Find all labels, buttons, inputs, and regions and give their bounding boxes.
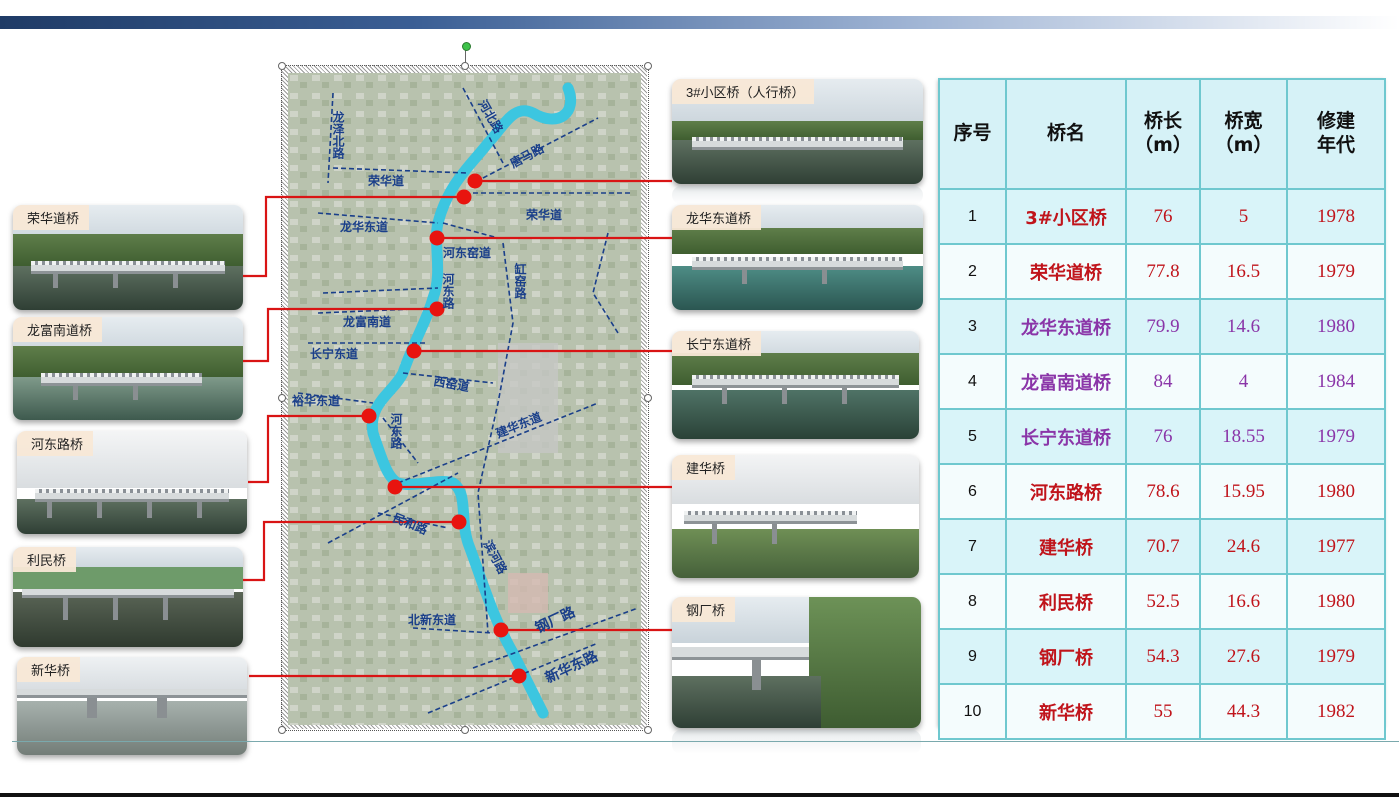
- table-row: 9 钢厂桥 54.3 27.6 1979: [938, 628, 1386, 685]
- cell-no: 3: [938, 298, 1007, 355]
- cell-width: 16.5: [1199, 243, 1288, 300]
- header-no: 序号: [938, 78, 1007, 190]
- cell-no: 4: [938, 353, 1007, 410]
- cell-length: 55: [1125, 683, 1201, 740]
- cell-year: 1980: [1286, 573, 1386, 630]
- cell-year: 1979: [1286, 408, 1386, 465]
- cell-width: 4: [1199, 353, 1288, 410]
- cell-year: 1979: [1286, 243, 1386, 300]
- cell-width: 14.6: [1199, 298, 1288, 355]
- cell-length: 78.6: [1125, 463, 1201, 520]
- cell-no: 7: [938, 518, 1007, 575]
- cell-name: 河东路桥: [1005, 463, 1127, 520]
- table-row: 4 龙富南道桥 84 4 1984: [938, 353, 1386, 410]
- cell-name: 龙富南道桥: [1005, 353, 1127, 410]
- table-row: 7 建华桥 70.7 24.6 1977: [938, 518, 1386, 575]
- cell-no: 2: [938, 243, 1007, 300]
- table-row: 2 荣华道桥 77.8 16.5 1979: [938, 243, 1386, 300]
- header-length: 桥长 （m）: [1125, 78, 1201, 190]
- table-row: 8 利民桥 52.5 16.6 1980: [938, 573, 1386, 630]
- cell-name: 利民桥: [1005, 573, 1127, 630]
- table-row: 10 新华桥 55 44.3 1982: [938, 683, 1386, 740]
- cell-year: 1977: [1286, 518, 1386, 575]
- cell-no: 9: [938, 628, 1007, 685]
- cell-no: 1: [938, 188, 1007, 245]
- cell-year: 1978: [1286, 188, 1386, 245]
- cell-width: 44.3: [1199, 683, 1288, 740]
- cell-no: 6: [938, 463, 1007, 520]
- cell-length: 79.9: [1125, 298, 1201, 355]
- cell-length: 76: [1125, 408, 1201, 465]
- cell-width: 24.6: [1199, 518, 1288, 575]
- cell-year: 1984: [1286, 353, 1386, 410]
- cell-width: 18.55: [1199, 408, 1288, 465]
- table-row: 1 3#小区桥 76 5 1978: [938, 188, 1386, 245]
- cell-width: 27.6: [1199, 628, 1288, 685]
- bottom-bar: [0, 793, 1399, 797]
- cell-length: 70.7: [1125, 518, 1201, 575]
- cell-name: 龙华东道桥: [1005, 298, 1127, 355]
- cell-length: 84: [1125, 353, 1201, 410]
- cell-no: 8: [938, 573, 1007, 630]
- header-year: 修建 年代: [1286, 78, 1386, 190]
- cell-year: 1982: [1286, 683, 1386, 740]
- cell-width: 16.6: [1199, 573, 1288, 630]
- cell-name: 长宁东道桥: [1005, 408, 1127, 465]
- cell-name: 钢厂桥: [1005, 628, 1127, 685]
- cell-width: 15.95: [1199, 463, 1288, 520]
- cell-no: 10: [938, 683, 1007, 740]
- table-row: 3 龙华东道桥 79.9 14.6 1980: [938, 298, 1386, 355]
- header-width: 桥宽 （m）: [1199, 78, 1288, 190]
- header-name: 桥名: [1005, 78, 1127, 190]
- cell-length: 76: [1125, 188, 1201, 245]
- cell-year: 1980: [1286, 463, 1386, 520]
- cell-length: 77.8: [1125, 243, 1201, 300]
- cell-name: 3#小区桥: [1005, 188, 1127, 245]
- cell-length: 54.3: [1125, 628, 1201, 685]
- cell-width: 5: [1199, 188, 1288, 245]
- cell-no: 5: [938, 408, 1007, 465]
- cell-year: 1980: [1286, 298, 1386, 355]
- cell-name: 新华桥: [1005, 683, 1127, 740]
- divider: [12, 741, 1399, 742]
- bridge-table: 序号 桥名 桥长 （m） 桥宽 （m） 修建 年代 1 3#小区桥 76 5 1…: [938, 78, 1386, 740]
- cell-name: 建华桥: [1005, 518, 1127, 575]
- cell-length: 52.5: [1125, 573, 1201, 630]
- table-row: 5 长宁东道桥 76 18.55 1979: [938, 408, 1386, 465]
- table-row: 6 河东路桥 78.6 15.95 1980: [938, 463, 1386, 520]
- cell-year: 1979: [1286, 628, 1386, 685]
- cell-name: 荣华道桥: [1005, 243, 1127, 300]
